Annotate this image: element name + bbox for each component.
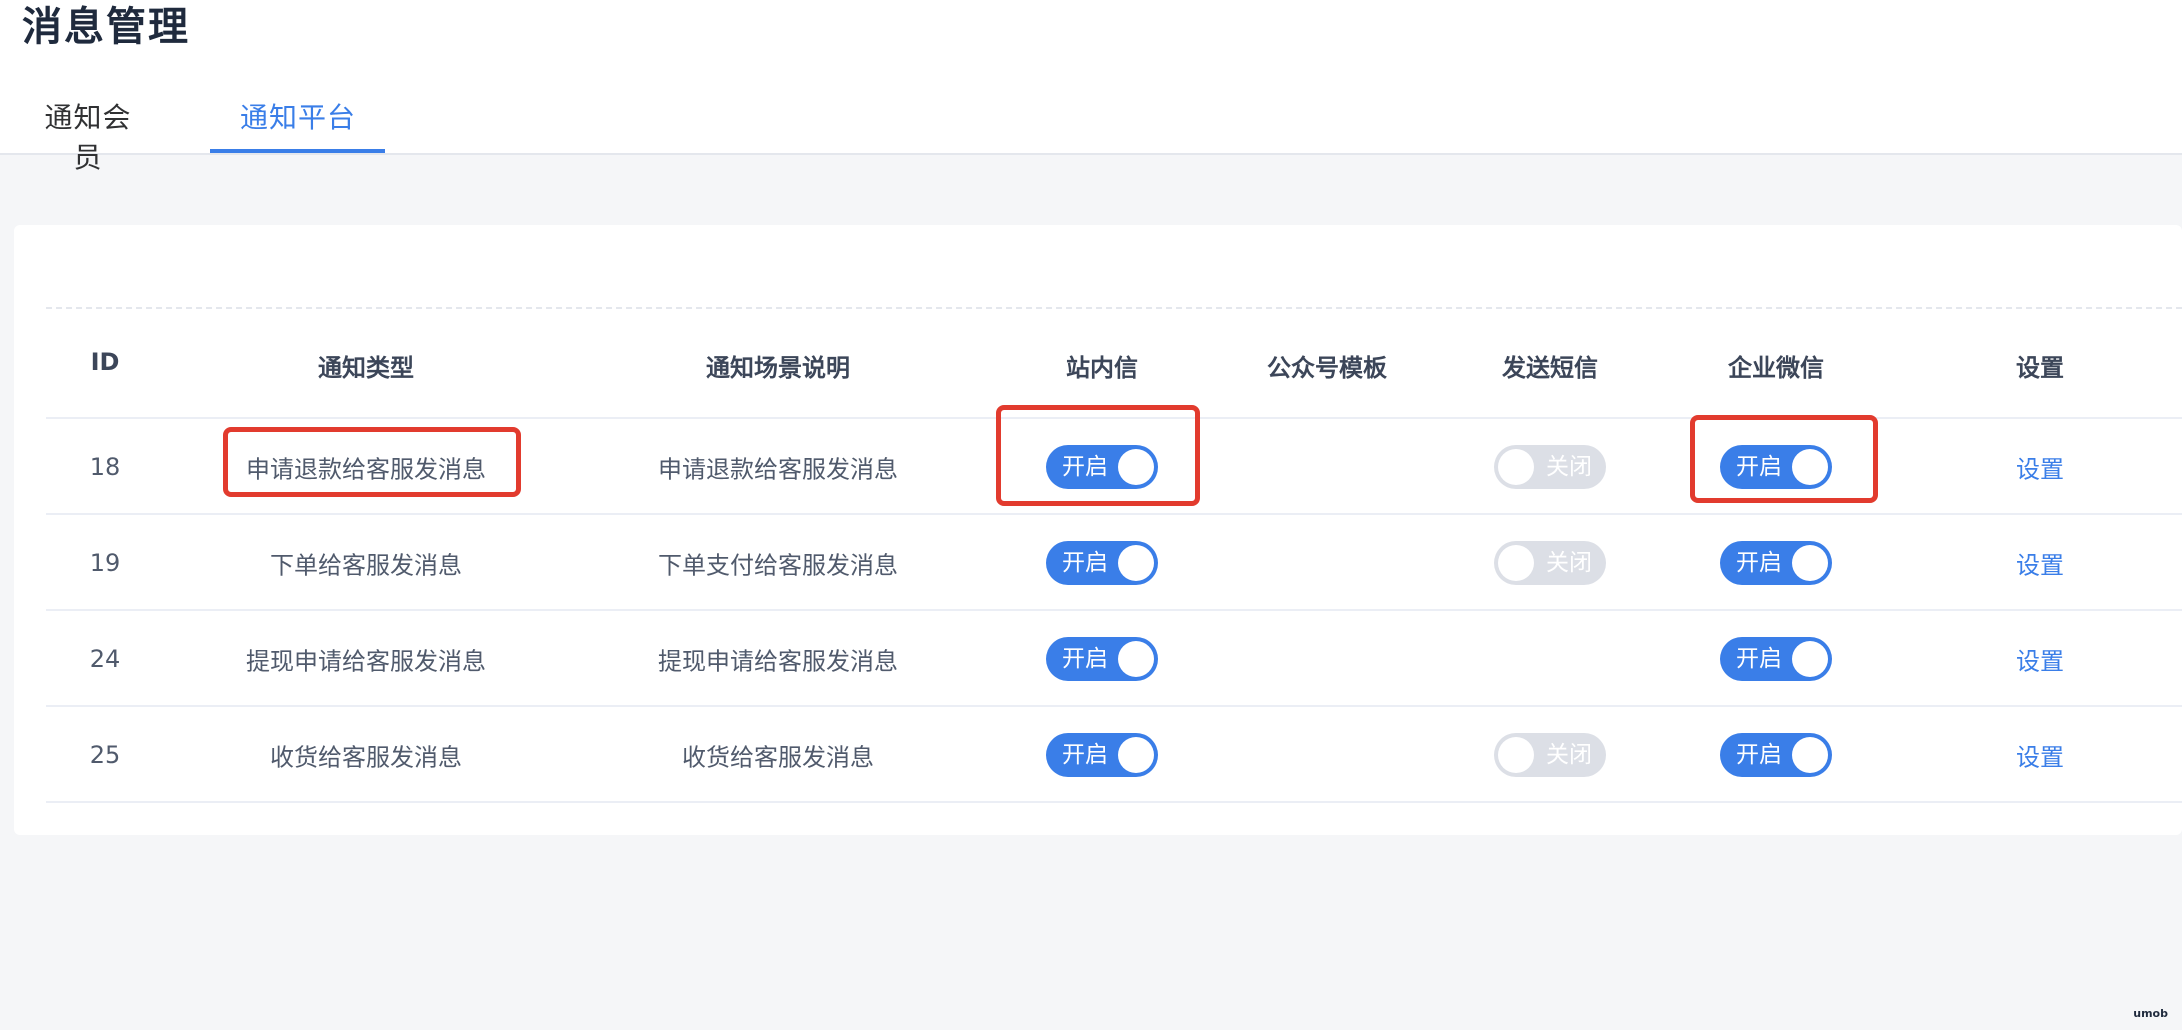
site-message-toggle[interactable]: 开启 — [1046, 445, 1158, 489]
toggle-label: 关闭 — [1546, 742, 1592, 768]
cell-scene: 提现申请给客服发消息 — [658, 647, 898, 676]
column-header-site-message: 站内信 — [1066, 354, 1138, 382]
header-divider — [46, 417, 2182, 419]
toggle-knob — [1792, 545, 1828, 581]
cell-id: 19 — [89, 549, 121, 577]
settings-link[interactable]: 设置 — [2016, 738, 2064, 773]
cell-id: 18 — [89, 453, 121, 481]
sms-toggle[interactable]: 关闭 — [1494, 445, 1606, 489]
toggle-knob — [1498, 449, 1534, 485]
wecom-toggle[interactable]: 开启 — [1720, 637, 1832, 681]
row-divider — [46, 513, 2182, 515]
sms-toggle[interactable]: 关闭 — [1494, 541, 1606, 585]
cell-id: 24 — [89, 645, 121, 673]
toggle-knob — [1792, 449, 1828, 485]
message-table-card: ID 通知类型 通知场景说明 站内信 公众号模板 发送短信 企业微信 设置 18… — [14, 225, 2182, 835]
wecom-toggle[interactable]: 开启 — [1720, 445, 1832, 489]
cell-scene: 申请退款给客服发消息 — [658, 455, 898, 484]
cell-id: 25 — [89, 741, 121, 769]
toggle-label: 关闭 — [1546, 550, 1592, 576]
column-header-official-template: 公众号模板 — [1267, 354, 1387, 382]
column-header-scene: 通知场景说明 — [706, 354, 850, 382]
toggle-label: 开启 — [1062, 550, 1108, 576]
wecom-toggle[interactable]: 开启 — [1720, 541, 1832, 585]
row-divider — [46, 609, 2182, 611]
toggle-knob — [1792, 737, 1828, 773]
column-header-wecom: 企业微信 — [1728, 354, 1824, 382]
toggle-knob — [1792, 641, 1828, 677]
toggle-label: 开启 — [1736, 454, 1782, 480]
toggle-knob — [1498, 737, 1534, 773]
row-divider — [46, 705, 2182, 707]
toggle-label: 开启 — [1062, 454, 1108, 480]
active-tab-indicator — [210, 149, 385, 153]
tab-notify-members[interactable]: 通知会员 — [32, 96, 144, 174]
toggle-label: 开启 — [1736, 742, 1782, 768]
toggle-label: 开启 — [1062, 646, 1108, 672]
column-header-id: ID — [90, 348, 120, 376]
toggle-label: 开启 — [1736, 550, 1782, 576]
cell-type: 收货给客服发消息 — [270, 743, 462, 772]
site-message-toggle[interactable]: 开启 — [1046, 637, 1158, 681]
cell-scene: 收货给客服发消息 — [682, 743, 874, 772]
site-message-toggle[interactable]: 开启 — [1046, 733, 1158, 777]
cell-scene: 下单支付给客服发消息 — [658, 551, 898, 580]
toggle-knob — [1498, 545, 1534, 581]
toggle-knob — [1118, 449, 1154, 485]
wecom-toggle[interactable]: 开启 — [1720, 733, 1832, 777]
settings-link[interactable]: 设置 — [2016, 450, 2064, 485]
tab-notify-platform[interactable]: 通知平台 — [228, 96, 368, 151]
column-header-sms: 发送短信 — [1502, 354, 1598, 382]
sms-toggle[interactable]: 关闭 — [1494, 733, 1606, 777]
toggle-label: 开启 — [1736, 646, 1782, 672]
watermark-logo: umob — [2133, 1007, 2168, 1020]
toggle-knob — [1118, 641, 1154, 677]
cell-type: 提现申请给客服发消息 — [246, 647, 486, 676]
site-message-toggle[interactable]: 开启 — [1046, 541, 1158, 585]
settings-link[interactable]: 设置 — [2016, 546, 2064, 581]
column-header-settings: 设置 — [2016, 354, 2064, 382]
column-header-type: 通知类型 — [318, 354, 414, 382]
page-title: 消息管理 — [22, 4, 190, 50]
page-header: 消息管理 通知会员 通知平台 — [0, 0, 2182, 174]
cell-type: 申请退款给客服发消息 — [246, 455, 486, 484]
settings-link[interactable]: 设置 — [2016, 642, 2064, 677]
toggle-knob — [1118, 737, 1154, 773]
cell-type: 下单给客服发消息 — [270, 551, 462, 580]
row-divider — [46, 801, 2182, 803]
divider — [46, 307, 2182, 309]
toggle-knob — [1118, 545, 1154, 581]
toggle-label: 关闭 — [1546, 454, 1592, 480]
toggle-label: 开启 — [1062, 742, 1108, 768]
